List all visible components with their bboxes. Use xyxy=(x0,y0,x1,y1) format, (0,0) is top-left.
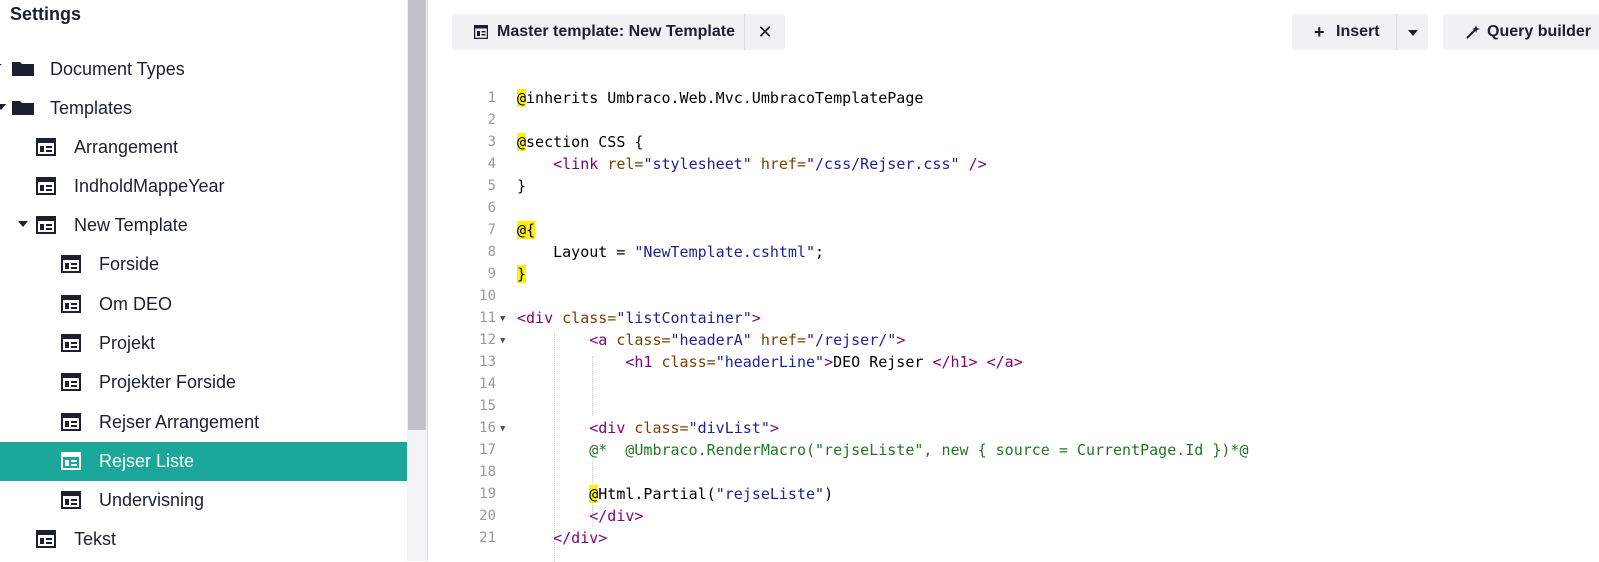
template-icon xyxy=(61,452,81,470)
tree-item-rejser-liste[interactable]: Rejser Liste xyxy=(0,442,407,481)
fold-toggle-icon[interactable]: ▼ xyxy=(500,314,505,324)
code-line: </div> xyxy=(589,507,644,525)
code-line: Layout = "NewTemplate.cshtml"; xyxy=(517,243,825,261)
line-number: 11 xyxy=(479,310,496,326)
query-builder-label: Query builder xyxy=(1487,23,1592,40)
tree-item-undervisning[interactable]: Undervisning xyxy=(0,481,407,520)
tree-item-document-types[interactable]: Document Types xyxy=(0,50,407,89)
tree-item-label: Projekt xyxy=(99,333,156,353)
tree-item-projekt[interactable]: Projekt xyxy=(0,324,407,363)
template-icon xyxy=(36,177,56,195)
template-icon xyxy=(61,255,81,273)
template-icon xyxy=(61,373,81,391)
tree-item-rejser-arrangement[interactable]: Rejser Arrangement xyxy=(0,403,407,442)
tree-item-indholdmappeyear[interactable]: IndholdMappeYear xyxy=(0,167,407,206)
line-number: 21 xyxy=(479,530,496,546)
query-builder-button[interactable]: Query builder xyxy=(1443,14,1599,50)
plus-icon: + xyxy=(1314,22,1325,42)
tree-item-new-template[interactable]: New Template xyxy=(0,206,407,245)
template-icon xyxy=(474,25,488,39)
tree-item-label: Tekst xyxy=(74,529,117,549)
insert-button-label: Insert xyxy=(1336,23,1380,40)
template-icon xyxy=(36,138,56,156)
tree-item-label: Projekter Forside xyxy=(99,372,237,392)
line-number: 4 xyxy=(487,156,496,172)
sidebar-title: Settings xyxy=(10,4,82,24)
code-line: <a class="headerA" href="/rejser/"> xyxy=(589,331,906,349)
line-number: 15 xyxy=(479,398,496,414)
master-template-label: Master template: New Template xyxy=(497,23,735,40)
code-line: </div> xyxy=(553,529,608,547)
panel-divider xyxy=(427,0,428,561)
code-line: @{ xyxy=(517,221,536,239)
insert-button[interactable]: + Insert xyxy=(1292,14,1428,50)
template-icon xyxy=(61,334,81,352)
tree-item-tekst[interactable]: Tekst xyxy=(0,520,407,559)
line-number: 13 xyxy=(479,354,496,370)
line-number: 18 xyxy=(479,464,496,480)
line-number: 17 xyxy=(479,442,496,458)
tree-item-label: Om DEO xyxy=(99,294,173,314)
settings-tree-sidebar: Settings Document Types Templates Arrang… xyxy=(0,0,407,561)
template-icon xyxy=(61,491,81,509)
code-line: <h1 class="headerLine">DEO Rejser </h1> … xyxy=(625,353,1023,371)
tree-item-label: Undervisning xyxy=(99,490,205,510)
line-number: 5 xyxy=(487,178,496,194)
tree-item-label: Rejser Liste xyxy=(99,451,195,471)
code-line: <div class="divList"> xyxy=(589,419,779,437)
line-number: 6 xyxy=(487,200,496,216)
line-number: 3 xyxy=(487,134,496,150)
code-line: <div class="listContainer"> xyxy=(517,309,761,327)
tree-item-label: Rejser Arrangement xyxy=(99,412,260,432)
line-number: 19 xyxy=(479,486,496,502)
line-number: 20 xyxy=(479,508,496,524)
master-template-selector[interactable]: Master template: New Template ✕ xyxy=(452,14,785,50)
code-line: <link rel="stylesheet" href="/css/Rejser… xyxy=(553,155,987,173)
pill-separator xyxy=(744,14,745,50)
fold-toggle-icon[interactable]: ▼ xyxy=(500,336,505,346)
tree-item-forside[interactable]: Forside xyxy=(0,245,407,284)
tree-item-label: New Template xyxy=(74,215,188,235)
tree-item-label: Forside xyxy=(99,254,160,274)
code-line: @inherits Umbraco.Web.Mvc.UmbracoTemplat… xyxy=(517,89,924,107)
remove-master-template-close-icon[interactable]: ✕ xyxy=(752,20,778,44)
expand-caret-icon[interactable] xyxy=(18,221,28,227)
code-line: @Html.Partial("rejseListe") xyxy=(589,485,834,503)
insert-dropdown-caret-icon[interactable] xyxy=(1408,30,1418,36)
fold-toggle-icon[interactable]: ▼ xyxy=(500,424,505,434)
line-number: 16 xyxy=(479,420,496,436)
expand-caret-icon[interactable] xyxy=(0,104,6,110)
tree-item-projekter-forside[interactable]: Projekter Forside xyxy=(0,363,407,402)
line-number: 7 xyxy=(487,222,496,238)
line-number: 10 xyxy=(479,288,496,304)
tree-item-templates[interactable]: Templates xyxy=(0,89,407,128)
tree-item-label: Document Types xyxy=(50,59,185,79)
tree-item-arrangement[interactable]: Arrangement xyxy=(0,128,407,167)
line-number: 9 xyxy=(487,266,496,282)
tree-item-label: IndholdMappeYear xyxy=(74,176,225,196)
tree-item-label: Arrangement xyxy=(74,137,179,157)
line-number: 8 xyxy=(487,244,496,260)
code-line: @* @Umbraco.RenderMacro("rejseListe", ne… xyxy=(517,441,1249,459)
sidebar-scrollbar-thumb[interactable] xyxy=(408,0,426,430)
folder-icon xyxy=(12,101,34,115)
line-number: 2 xyxy=(487,112,496,128)
template-icon xyxy=(36,216,56,234)
line-number: 12 xyxy=(479,332,496,348)
tree-item-label: Templates xyxy=(50,98,133,118)
template-icon xyxy=(61,295,81,313)
folder-icon xyxy=(12,62,34,76)
code-line: } xyxy=(517,177,527,195)
line-number: 1 xyxy=(487,90,496,106)
button-separator xyxy=(1396,14,1397,50)
code-line: @section CSS { xyxy=(517,133,644,151)
template-icon xyxy=(36,530,56,548)
magic-wand-icon xyxy=(1466,25,1480,39)
code-editor[interactable]: 1 @inherits Umbraco.Web.Mvc.UmbracoTempl… xyxy=(452,86,1599,562)
line-number: 14 xyxy=(479,376,496,392)
tree-item-om-deo[interactable]: Om DEO xyxy=(0,285,407,324)
collapse-caret-icon[interactable] xyxy=(0,64,7,69)
code-line: } xyxy=(517,265,527,283)
template-icon xyxy=(61,413,81,431)
